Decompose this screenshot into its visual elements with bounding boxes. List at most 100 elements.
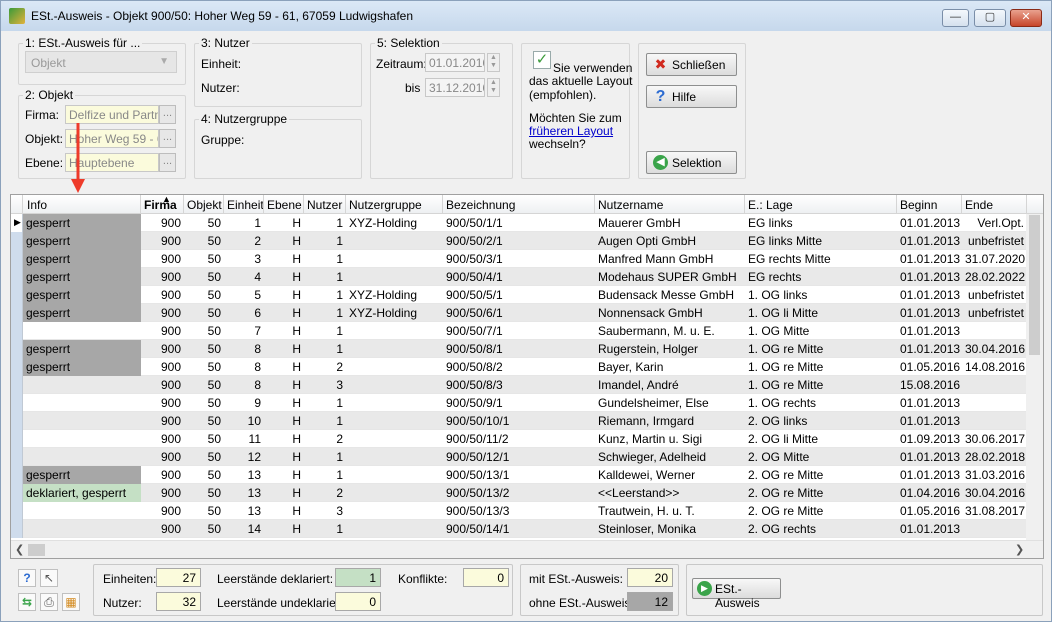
table-row[interactable]: ▶ gesperrt 900 50 1 H 1 XYZ-Holding 900/50/1/1 Ma… xyxy=(11,214,1027,232)
table-row[interactable]: deklariert, gesperrt 900 50 13 H 2 900/50/13/2… xyxy=(11,484,1027,502)
table-row[interactable]: gesperrt 900 50 5 H 1 XYZ-Holding 900/50/5/1 Bud… xyxy=(11,286,1027,304)
cell-name: Modehaus SUPER GmbH xyxy=(598,270,737,284)
cell-lage: 2. OG re Mitte xyxy=(748,486,824,500)
cell-nutzer: 1 xyxy=(336,342,343,356)
table-row[interactable]: gesperrt 900 50 6 H 1 XYZ-Holding 900/50/6/1 Non… xyxy=(11,304,1027,322)
col-ende[interactable]: Ende xyxy=(962,195,1027,214)
row-selector[interactable] xyxy=(11,502,23,520)
help-icon[interactable]: ? xyxy=(18,569,36,587)
row-selector[interactable] xyxy=(11,466,23,484)
table-row[interactable]: gesperrt 900 50 13 H 1 900/50/13/1 Kalldewei, W… xyxy=(11,466,1027,484)
cell-info xyxy=(23,322,141,340)
row-selector[interactable] xyxy=(11,484,23,502)
row-selector[interactable] xyxy=(11,286,23,304)
zeitraum-label: Zeitraum: xyxy=(376,57,427,71)
row-selector[interactable] xyxy=(11,232,23,250)
vertical-scroll-thumb[interactable] xyxy=(1029,215,1040,355)
row-selector[interactable] xyxy=(11,430,23,448)
col-objekt[interactable]: Objekt xyxy=(184,195,224,214)
col-bezeichnung[interactable]: Bezeichnung xyxy=(443,195,595,214)
gruppe-label: Gruppe: xyxy=(201,133,245,147)
cell-einheit: 14 xyxy=(247,522,261,536)
col-info[interactable]: Info xyxy=(23,195,141,214)
cell-info xyxy=(23,394,141,412)
table-row[interactable]: gesperrt 900 50 4 H 1 900/50/4/1 Modehaus SUPER… xyxy=(11,268,1027,286)
row-selector[interactable] xyxy=(11,448,23,466)
col-nutzergruppe[interactable]: Nutzergruppe xyxy=(346,195,443,214)
table-row[interactable]: gesperrt 900 50 8 H 2 900/50/8/2 Bayer, Karin 1.… xyxy=(11,358,1027,376)
cell-beginn: 01.01.2013 xyxy=(900,414,961,428)
cell-objekt: 50 xyxy=(207,486,221,500)
close-window-button[interactable]: ✕ xyxy=(1010,9,1042,27)
col-einheit[interactable]: Einheit xyxy=(224,195,264,214)
pointer-icon[interactable]: ↖ xyxy=(40,569,58,587)
grid-icon[interactable]: ▦ xyxy=(62,593,80,611)
row-selector[interactable] xyxy=(11,268,23,286)
cell-objekt: 50 xyxy=(207,450,221,464)
firma-browse-button[interactable]: ... xyxy=(159,105,176,124)
row-selector[interactable] xyxy=(11,520,23,538)
table-row[interactable]: gesperrt 900 50 8 H 1 900/50/8/1 Rugerstein, Ho… xyxy=(11,340,1027,358)
maximize-button[interactable]: ▢ xyxy=(974,9,1006,27)
refresh-icon[interactable]: ⇆ xyxy=(18,593,36,611)
row-selector[interactable] xyxy=(11,250,23,268)
est-fuer-select[interactable]: Objekt ▼ xyxy=(25,51,177,73)
table-row[interactable]: 900 50 12 H 1 900/50/12/1 Schwieger, Adelheid 2… xyxy=(11,448,1027,466)
nutzer-count-value: 32 xyxy=(156,592,201,611)
row-selector[interactable] xyxy=(11,394,23,412)
cell-nutzer: 1 xyxy=(336,468,343,482)
close-button[interactable]: ✖ Schließen xyxy=(646,53,737,76)
row-selector[interactable] xyxy=(11,412,23,430)
cell-einheit: 10 xyxy=(247,414,261,428)
col-nutzer[interactable]: Nutzer xyxy=(304,195,346,214)
scroll-right-icon[interactable]: ❯ xyxy=(1015,543,1024,556)
row-selector[interactable] xyxy=(11,304,23,322)
table-row[interactable]: 900 50 11 H 2 900/50/11/2 Kunz, Martin u. Sigi… xyxy=(11,430,1027,448)
zeitraum-from-spinner[interactable]: ▲ ▼ xyxy=(487,53,500,72)
vertical-scrollbar[interactable] xyxy=(1026,214,1043,541)
cell-ende: 28.02.2022 xyxy=(965,270,1026,284)
print-icon[interactable]: ⎙ xyxy=(40,593,58,611)
minimize-button[interactable]: — xyxy=(942,9,969,27)
cell-beginn: 01.01.2013 xyxy=(900,270,961,284)
cell-name: Augen Opti GmbH xyxy=(598,234,697,248)
row-selector[interactable]: ▶ xyxy=(11,214,23,232)
help-button[interactable]: ? Hilfe xyxy=(646,85,737,108)
cell-objekt: 50 xyxy=(207,396,221,410)
table-row[interactable]: gesperrt 900 50 2 H 1 900/50/2/1 Augen Opti Gmb… xyxy=(11,232,1027,250)
table-row[interactable]: 900 50 14 H 1 900/50/14/1 Steinloser, Monika 2.… xyxy=(11,520,1027,538)
row-selector[interactable] xyxy=(11,376,23,394)
firma-label: Firma: xyxy=(25,108,59,122)
zeitraum-from-field[interactable]: 01.01.2016 xyxy=(425,53,485,72)
zeitraum-to-spinner[interactable]: ▲ ▼ xyxy=(487,78,500,97)
table-row[interactable]: 900 50 9 H 1 900/50/9/1 Gundelsheimer, Else 1. … xyxy=(11,394,1027,412)
row-selector[interactable] xyxy=(11,340,23,358)
row-selector[interactable] xyxy=(11,358,23,376)
col-beginn[interactable]: Beginn xyxy=(897,195,962,214)
table-row[interactable]: 900 50 7 H 1 900/50/7/1 Saubermann, M. u. E. 1.… xyxy=(11,322,1027,340)
cell-ebene: H xyxy=(292,342,301,356)
table-row[interactable]: 900 50 8 H 3 900/50/8/3 Imandel, André 1. OG re… xyxy=(11,376,1027,394)
cell-einheit: 13 xyxy=(247,486,261,500)
firma-field[interactable]: Delfize und Partne xyxy=(65,105,159,124)
cell-bez: 900/50/5/1 xyxy=(446,288,503,302)
table-row[interactable]: 900 50 13 H 3 900/50/13/3 Trautwein, H. u. T. 2… xyxy=(11,502,1027,520)
scroll-left-icon[interactable]: ❮ xyxy=(15,543,24,556)
table-row[interactable]: 900 50 10 H 1 900/50/10/1 Riemann, Irmgard 2. O… xyxy=(11,412,1027,430)
col-ebene[interactable]: Ebene xyxy=(264,195,304,214)
ebene-browse-button[interactable]: ... xyxy=(159,153,176,172)
table-row[interactable]: gesperrt 900 50 3 H 1 900/50/3/1 Manfred Mann G… xyxy=(11,250,1027,268)
col-nutzername[interactable]: Nutzername xyxy=(595,195,745,214)
horizontal-scroll-thumb[interactable] xyxy=(28,544,45,556)
cell-ende xyxy=(962,322,1027,340)
horizontal-scrollbar[interactable]: ❮ ❯ xyxy=(11,540,1043,558)
col-lage[interactable]: E.: Lage xyxy=(745,195,897,214)
layout-notice-line2: das aktuelle Layout xyxy=(529,74,633,88)
objekt-browse-button[interactable]: ... xyxy=(159,129,176,148)
row-selector[interactable] xyxy=(11,322,23,340)
selection-button[interactable]: ◀ Selektion xyxy=(646,151,737,174)
zeitraum-to-field[interactable]: 31.12.2016 xyxy=(425,78,485,97)
est-ausweis-button[interactable]: ▶ ESt.-Ausweis xyxy=(692,578,781,610)
cell-info xyxy=(23,430,141,448)
old-layout-link[interactable]: früheren Layout xyxy=(529,124,613,138)
